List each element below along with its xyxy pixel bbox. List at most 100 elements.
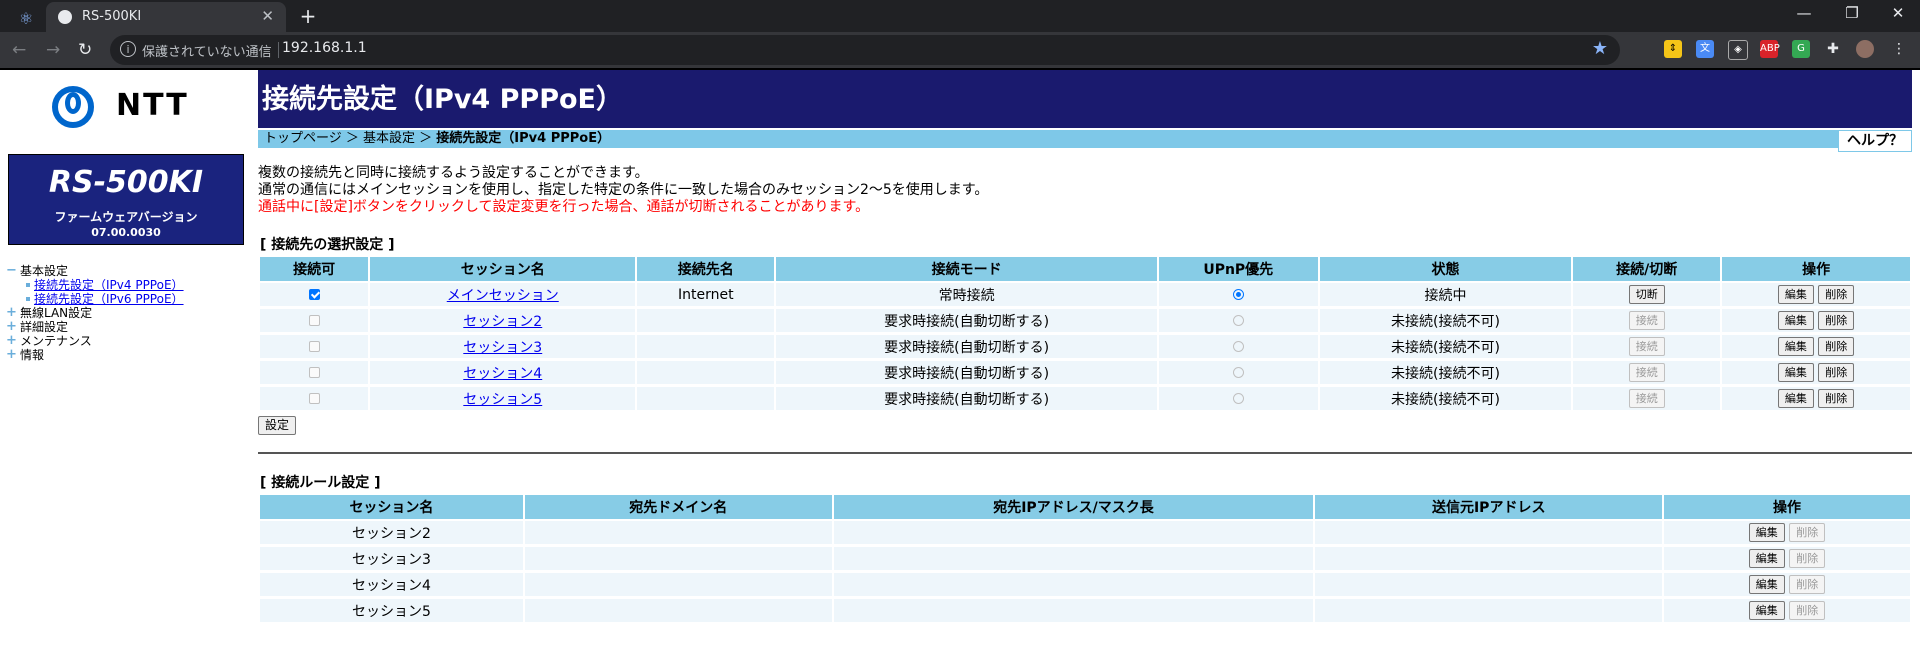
session-status: 未接続(接続不可) — [1319, 335, 1572, 361]
dest-ip — [833, 599, 1314, 625]
connect-enable-checkbox[interactable] — [308, 367, 320, 378]
connect-toggle-button[interactable]: 切断 — [1628, 285, 1665, 304]
minimize-button[interactable]: — — [1782, 4, 1826, 22]
adblock-icon[interactable]: ABP — [1760, 40, 1780, 58]
ntt-logo-inner — [65, 92, 81, 114]
column-header: 接続先名 — [637, 257, 775, 283]
connect-toggle-button[interactable]: 接続 — [1628, 311, 1665, 330]
delete-button[interactable]: 削除 — [1789, 549, 1826, 568]
column-header: 宛先IPアドレス/マスク長 — [833, 495, 1314, 521]
separator — [278, 42, 279, 58]
upnp-priority-radio[interactable] — [1232, 367, 1244, 378]
delete-button[interactable]: 削除 — [1818, 337, 1855, 356]
delete-button[interactable]: 削除 — [1789, 575, 1826, 594]
forward-icon[interactable]: → — [46, 40, 60, 60]
close-tab-icon[interactable]: ✕ — [261, 7, 274, 25]
dest-domain — [524, 547, 832, 573]
help-button[interactable]: ヘルプ？ — [1838, 130, 1912, 152]
set-button[interactable]: 設定 — [258, 416, 297, 435]
column-header: 操作 — [1722, 257, 1910, 283]
edit-button[interactable]: 編集 — [1777, 285, 1814, 304]
connect-toggle-button[interactable]: 接続 — [1628, 389, 1665, 408]
edit-button[interactable]: 編集 — [1748, 549, 1785, 568]
rule-session-name: セッション5 — [260, 599, 523, 625]
dest-domain — [524, 521, 832, 547]
delete-button[interactable]: 削除 — [1818, 311, 1855, 330]
delete-button[interactable]: 削除 — [1818, 363, 1855, 382]
connection-mode: 要求時接続(自動切断する) — [776, 361, 1157, 387]
reload-icon[interactable]: ↻ — [78, 40, 92, 60]
pinned-tab-icon[interactable]: ⚛ — [8, 6, 44, 32]
connect-enable-checkbox[interactable] — [308, 315, 320, 326]
destination-name — [637, 387, 775, 413]
session-status: 未接続(接続不可) — [1319, 387, 1572, 413]
column-header: 送信元IPアドレス — [1315, 495, 1662, 521]
session-name-link[interactable]: セッション4 — [463, 366, 542, 382]
delete-button[interactable]: 削除 — [1789, 523, 1826, 542]
edit-button[interactable]: 編集 — [1748, 523, 1785, 542]
edit-button[interactable]: 編集 — [1777, 337, 1814, 356]
upnp-priority-radio[interactable] — [1232, 393, 1244, 404]
column-header: 接続/切断 — [1573, 257, 1721, 283]
info-icon[interactable]: i — [120, 41, 136, 57]
menu-ipv6-pppoe[interactable]: 接続先設定（IPv6 PPPoE） — [6, 292, 184, 306]
column-header: セッション名 — [370, 257, 636, 283]
back-icon[interactable]: ← — [12, 40, 26, 60]
edit-button[interactable]: 編集 — [1748, 575, 1785, 594]
connection-mode: 要求時接続(自動切断する) — [776, 335, 1157, 361]
connect-enable-checkbox[interactable] — [308, 341, 320, 352]
breadcrumb-basic[interactable]: 基本設定 — [363, 131, 415, 146]
new-tab-button[interactable]: + — [296, 4, 320, 28]
edit-button[interactable]: 編集 — [1777, 311, 1814, 330]
session-status: 接続中 — [1319, 283, 1572, 309]
close-window-button[interactable]: ✕ — [1876, 4, 1920, 22]
menu-advanced[interactable]: + 詳細設定 — [6, 320, 184, 335]
plus-icon: + — [6, 333, 17, 348]
menu-kebab-icon[interactable]: ⋮ — [1890, 40, 1908, 58]
connect-toggle-button[interactable]: 接続 — [1628, 337, 1665, 356]
address-bar[interactable]: i 保護されていない通信 192.168.1.1 ★ — [110, 35, 1620, 65]
delete-button[interactable]: 削除 — [1818, 285, 1855, 304]
upnp-priority-radio[interactable] — [1232, 315, 1244, 326]
connect-enable-checkbox[interactable] — [308, 289, 320, 300]
description: 複数の接続先と同時に接続するよう設定することができます。 通常の通信にはメインセ… — [258, 165, 1912, 216]
menu-info[interactable]: + 情報 — [6, 348, 184, 363]
profile-avatar[interactable] — [1856, 40, 1874, 58]
edit-button[interactable]: 編集 — [1748, 601, 1785, 620]
column-header: 状態 — [1319, 257, 1572, 283]
dest-ip — [833, 573, 1314, 599]
translate-icon[interactable]: 文 — [1696, 40, 1714, 58]
menu-maintenance[interactable]: + メンテナンス — [6, 333, 184, 349]
session-name-link[interactable]: セッション2 — [463, 314, 542, 330]
model-box: RS-500KI ファームウェアバージョン 07.00.0030 — [8, 154, 244, 245]
extensions-puzzle-icon[interactable]: ✚ — [1824, 40, 1842, 58]
connect-toggle-button[interactable]: 接続 — [1628, 363, 1665, 382]
breadcrumb-current: 接続先設定（IPv4 PPPoE） — [436, 131, 611, 146]
extension-icon-1[interactable]: ⇕ — [1664, 40, 1682, 58]
edit-button[interactable]: 編集 — [1777, 389, 1814, 408]
session-name-link[interactable]: メインセッション — [447, 288, 559, 304]
extension-icon-3[interactable]: ◈ — [1728, 40, 1748, 60]
warning-text: 通話中に[設定]ボタンをクリックして設定変更を行った場合、通話が切断されることが… — [258, 199, 870, 215]
edit-button[interactable]: 編集 — [1777, 363, 1814, 382]
menu-wireless-lan[interactable]: + 無線LAN設定 — [6, 306, 184, 321]
delete-button[interactable]: 削除 — [1789, 601, 1826, 620]
dest-ip — [833, 547, 1314, 573]
delete-button[interactable]: 削除 — [1818, 389, 1855, 408]
upnp-priority-radio[interactable] — [1232, 341, 1244, 352]
menu-ipv4-pppoe[interactable]: 接続先設定（IPv4 PPPoE） — [6, 278, 184, 292]
rule-row: セッション2 編集 削除 — [260, 521, 1910, 547]
url-text[interactable]: 192.168.1.1 — [282, 40, 367, 56]
upnp-priority-radio[interactable] — [1232, 289, 1244, 300]
restore-button[interactable]: ❐ — [1830, 4, 1874, 22]
session-name-link[interactable]: セッション3 — [463, 340, 542, 356]
menu-basic-settings[interactable]: − 基本設定 — [6, 264, 184, 279]
bookmark-star-icon[interactable]: ★ — [1592, 38, 1608, 59]
firmware-label: ファームウェアバージョン — [54, 210, 198, 224]
connect-enable-checkbox[interactable] — [308, 393, 320, 404]
breadcrumb-top[interactable]: トップページ — [264, 131, 342, 146]
extension-icon-5[interactable]: G — [1792, 40, 1810, 58]
active-tab[interactable]: RS-500KI ✕ — [46, 2, 286, 32]
session-name-link[interactable]: セッション5 — [463, 392, 542, 408]
destination-name — [637, 309, 775, 335]
